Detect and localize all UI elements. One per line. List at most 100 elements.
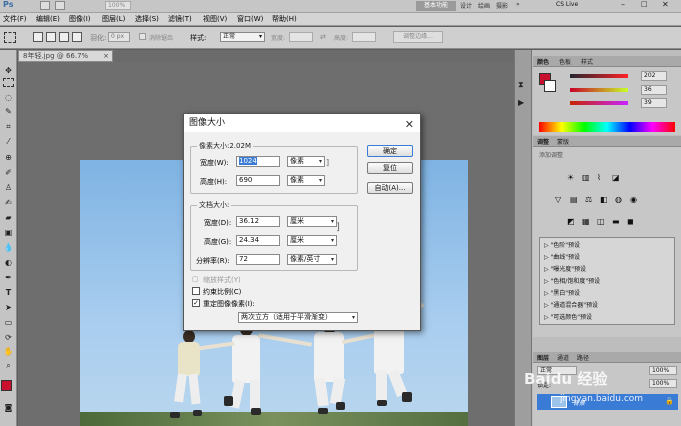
brightness-icon[interactable]: ☀ — [567, 173, 574, 182]
selective-color-icon[interactable]: ◼ — [627, 217, 634, 226]
exposure-icon[interactable]: ◪ — [612, 173, 620, 182]
preset-hue-saturation[interactable]: ▷ "色相/饱和度"预设 — [544, 276, 600, 285]
background-swatch[interactable] — [544, 80, 556, 92]
healing-tool-icon[interactable]: ⊕ — [2, 152, 15, 163]
maximize-icon[interactable]: □ — [641, 0, 648, 8]
crop-tool-icon[interactable]: ⌗ — [2, 121, 15, 132]
doc-width-input[interactable]: 36.12 — [236, 216, 280, 227]
opacity-input[interactable]: 100% — [649, 366, 677, 375]
hue-sat-icon[interactable]: ▤ — [570, 195, 578, 204]
bridge-icon[interactable] — [40, 1, 50, 10]
tab-paths[interactable]: 路径 — [577, 353, 589, 362]
color-balance-icon[interactable]: ⚖ — [585, 195, 592, 204]
intersect-selection-icon[interactable] — [72, 32, 82, 42]
pixel-width-input[interactable]: 1024 — [236, 156, 280, 167]
move-tool-icon[interactable]: ✥ — [2, 65, 15, 76]
foreground-color-swatch[interactable] — [1, 380, 12, 391]
close-tab-icon[interactable]: × — [103, 51, 109, 61]
tab-color[interactable]: 颜色 — [537, 57, 549, 66]
new-selection-icon[interactable] — [33, 32, 43, 42]
quick-mask-icon[interactable]: ◙ — [2, 402, 15, 413]
tab-adjustments[interactable]: 调整 — [537, 137, 549, 146]
auto-button[interactable]: 自动(A)... — [367, 182, 413, 194]
preset-selective-color[interactable]: ▷ "可选颜色"预设 — [544, 312, 592, 321]
doc-width-unit-select[interactable]: 厘米 ▾ — [287, 216, 337, 227]
marquee-tool-icon[interactable] — [3, 78, 14, 87]
height-input[interactable] — [352, 32, 376, 42]
style-select[interactable]: 正常 ▾ — [220, 32, 265, 42]
resolution-unit-select[interactable]: 像素/英寸 ▾ — [287, 254, 337, 265]
quick-select-tool-icon[interactable]: ✎ — [2, 106, 15, 117]
more-workspaces-icon[interactable]: » — [516, 1, 520, 8]
hand-tool-icon[interactable]: ✋ — [2, 346, 15, 357]
eyedropper-tool-icon[interactable]: ⁄ — [2, 136, 15, 147]
swap-icon[interactable]: ⇄ — [320, 33, 326, 41]
actions-panel-icon[interactable]: ▶ — [518, 98, 524, 107]
menu-filter[interactable]: 滤镜(T) — [168, 14, 192, 24]
blue-value[interactable]: 39 — [641, 98, 667, 108]
cs-live-button[interactable]: CS Live — [556, 1, 578, 8]
green-slider[interactable] — [570, 88, 628, 92]
zoom-level-select[interactable]: 100% — [105, 1, 131, 10]
fill-input[interactable]: 100% — [649, 379, 677, 388]
3d-rotate-tool-icon[interactable]: ⟳ — [2, 332, 15, 343]
blur-tool-icon[interactable]: 💧 — [2, 242, 15, 253]
tab-styles[interactable]: 样式 — [581, 57, 593, 66]
red-slider[interactable] — [570, 74, 628, 78]
color-ramp[interactable] — [539, 122, 675, 132]
width-input[interactable] — [289, 32, 313, 42]
history-brush-tool-icon[interactable]: ✍ — [2, 197, 15, 208]
photo-filter-icon[interactable]: ◍ — [615, 195, 622, 204]
tab-channels[interactable]: 通道 — [557, 353, 569, 362]
preset-levels[interactable]: ▷ "色阶"预设 — [544, 240, 580, 249]
green-value[interactable]: 36 — [641, 85, 667, 95]
tab-masks[interactable]: 蒙版 — [557, 137, 569, 146]
rect-marquee-icon[interactable] — [4, 32, 16, 43]
menu-select[interactable]: 选择(S) — [135, 14, 159, 24]
doc-height-input[interactable]: 24.34 — [236, 235, 280, 246]
eraser-tool-icon[interactable]: ▰ — [2, 212, 15, 223]
menu-layer[interactable]: 图层(L) — [102, 14, 125, 24]
zoom-tool-icon[interactable]: ⌕ — [2, 360, 15, 371]
tab-swatches[interactable]: 色板 — [559, 57, 571, 66]
pixel-width-unit-select[interactable]: 像素 ▾ — [287, 156, 325, 167]
preset-curves[interactable]: ▷ "曲线"预设 — [544, 252, 580, 261]
resample-method-select[interactable]: 两次立方（适用于平滑渐变） ▾ — [238, 312, 358, 323]
subtract-selection-icon[interactable] — [59, 32, 69, 42]
menu-image[interactable]: 图像(I) — [69, 14, 91, 24]
feather-input[interactable]: 0 px — [108, 32, 130, 42]
gradient-tool-icon[interactable]: ▣ — [2, 227, 15, 238]
threshold-icon[interactable]: ◫ — [597, 217, 605, 226]
red-value[interactable]: 202 — [641, 71, 667, 81]
gradient-map-icon[interactable]: ▬ — [612, 217, 620, 226]
menu-help[interactable]: 帮助(H) — [272, 14, 297, 24]
shape-tool-icon[interactable]: ▭ — [2, 317, 15, 328]
document-tab[interactable]: 8年轻.jpg @ 66.7%(RGB/8)× — [18, 50, 113, 70]
antialias-checkbox[interactable] — [139, 33, 146, 40]
invert-icon[interactable]: ◩ — [567, 217, 575, 226]
pen-tool-icon[interactable]: ✒ — [2, 272, 15, 283]
menu-view[interactable]: 视图(V) — [203, 14, 227, 24]
menu-edit[interactable]: 编辑(E) — [36, 14, 60, 24]
minibridge-icon[interactable] — [55, 1, 65, 10]
history-panel-icon[interactable]: ⧗ — [518, 80, 524, 90]
lasso-tool-icon[interactable]: ◌ — [2, 92, 15, 103]
pixel-height-unit-select[interactable]: 像素 ▾ — [287, 175, 325, 186]
workspace-button[interactable]: 基本功能 — [416, 1, 456, 11]
black-white-icon[interactable]: ◧ — [600, 195, 608, 204]
resolution-input[interactable]: 72 — [236, 254, 280, 265]
clone-stamp-tool-icon[interactable]: ♙ — [2, 182, 15, 193]
blue-slider[interactable] — [570, 101, 628, 105]
constrain-proportions-checkbox[interactable] — [192, 287, 200, 295]
levels-icon[interactable]: ▥ — [582, 173, 590, 182]
channel-mixer-icon[interactable]: ◉ — [630, 195, 637, 204]
preset-channel-mixer[interactable]: ▷ "通道混合器"预设 — [544, 300, 598, 309]
vibrance-icon[interactable]: ▽ — [555, 195, 561, 204]
menu-window[interactable]: 窗口(W) — [237, 14, 263, 24]
doc-height-unit-select[interactable]: 厘米 ▾ — [287, 235, 337, 246]
type-tool-icon[interactable]: T — [2, 287, 15, 298]
path-select-tool-icon[interactable]: ➤ — [2, 302, 15, 313]
menu-file[interactable]: 文件(F) — [3, 14, 27, 24]
tab-layers[interactable]: 图层 — [537, 353, 549, 362]
close-icon[interactable]: ✕ — [405, 116, 414, 134]
